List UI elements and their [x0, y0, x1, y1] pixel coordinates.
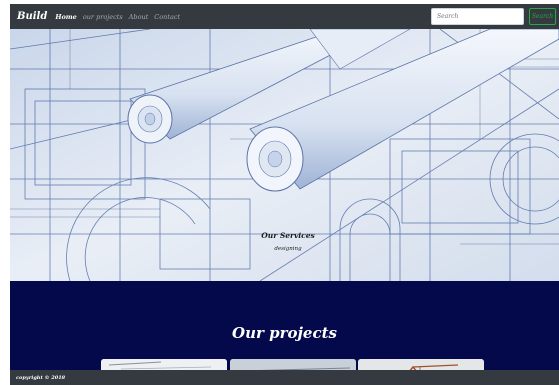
- brand-logo[interactable]: Build: [17, 11, 47, 22]
- nav-link-our-projects[interactable]: our projects: [83, 13, 123, 21]
- nav-link-contact[interactable]: Contact: [154, 13, 180, 21]
- nav-links: Home our projects About Contact: [55, 13, 186, 21]
- navbar: Build Home our projects About Contact Se…: [10, 4, 559, 29]
- copyright-text: copyright © 2018: [16, 374, 66, 381]
- caption-title: Our Services: [261, 231, 315, 240]
- page: Build Home our projects About Contact Se…: [0, 0, 559, 385]
- nav-link-about[interactable]: About: [129, 13, 149, 21]
- projects-title: Our projects: [232, 324, 337, 342]
- search-input[interactable]: [431, 8, 524, 25]
- caption-subtitle: designing: [274, 246, 302, 252]
- hero-caption: Our Services designing: [258, 231, 318, 257]
- hero-section: Our Services designing: [10, 29, 559, 281]
- search-button[interactable]: Search: [529, 8, 556, 25]
- footer: copyright © 2018: [10, 370, 559, 385]
- nav-link-home[interactable]: Home: [55, 13, 77, 21]
- search-form: Search: [431, 8, 556, 25]
